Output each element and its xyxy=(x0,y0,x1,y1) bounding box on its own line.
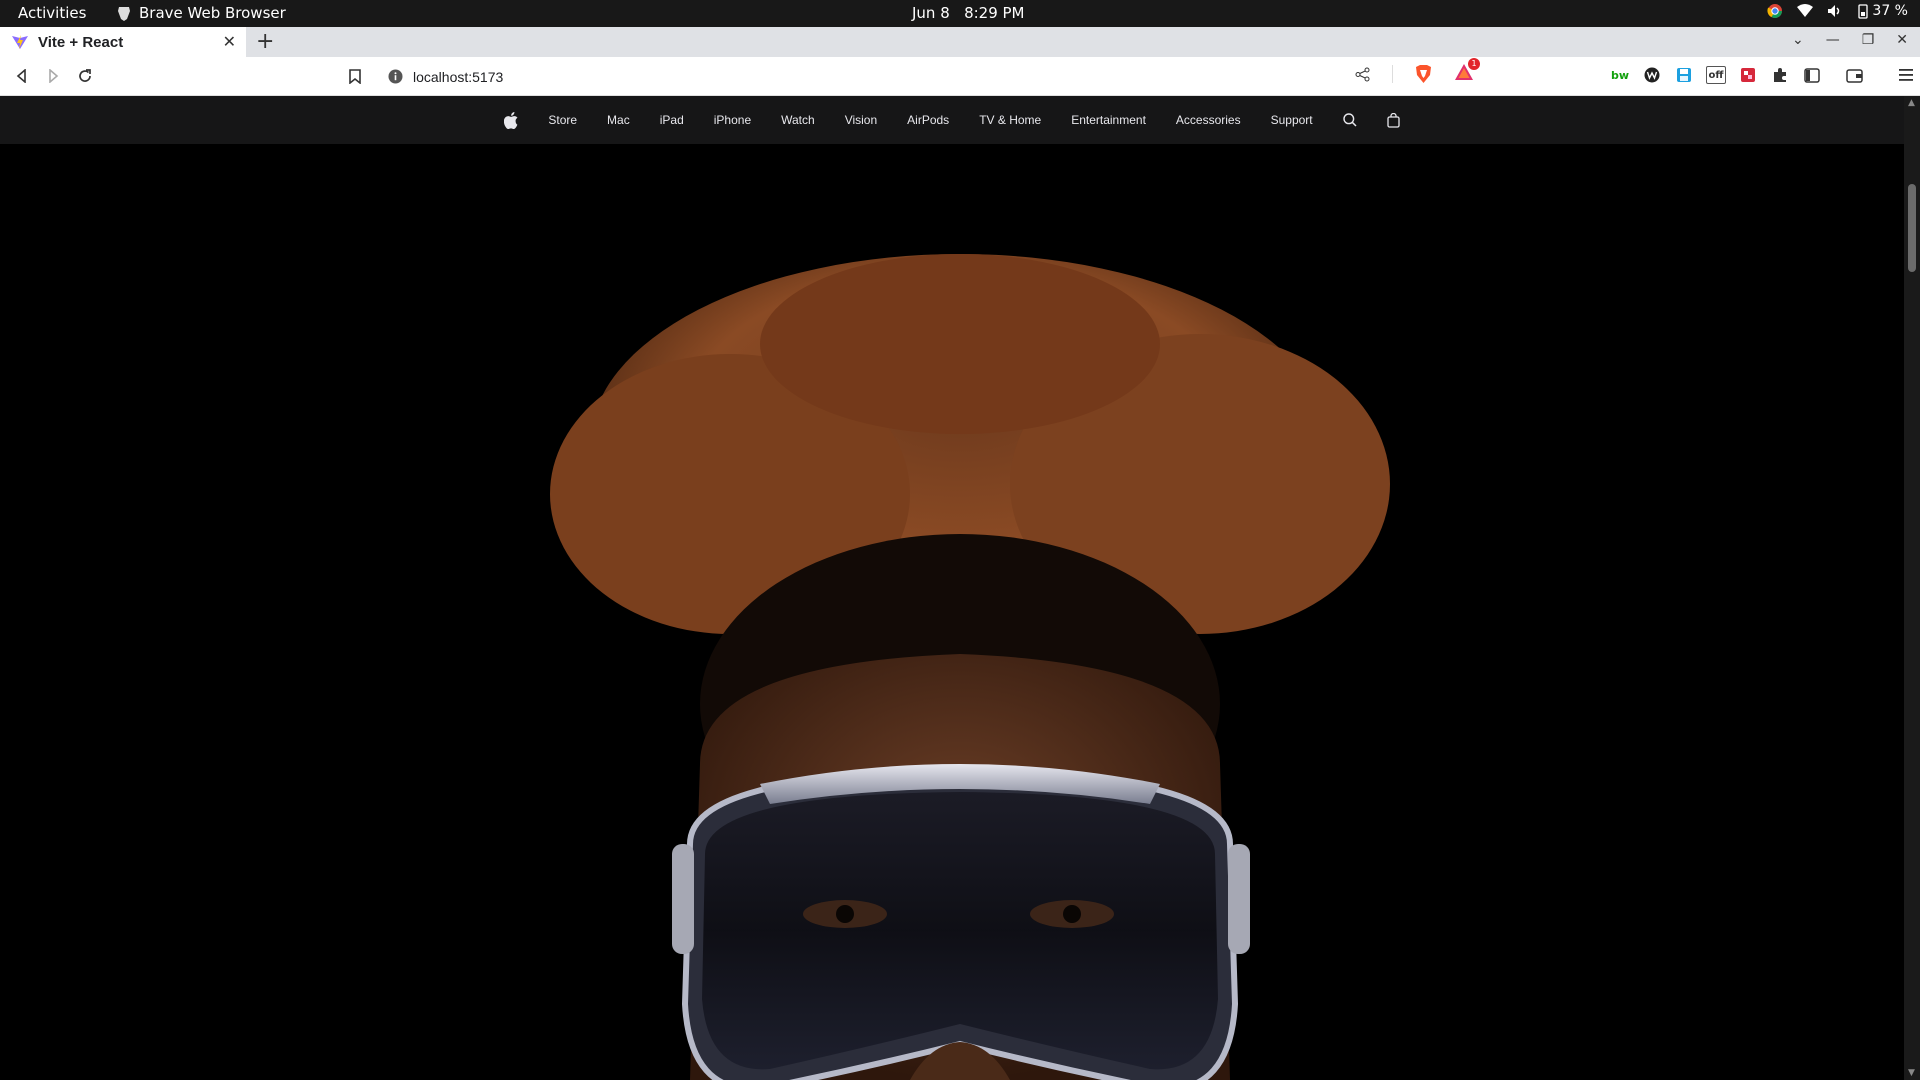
wallet-icon[interactable] xyxy=(1844,65,1864,85)
sidebar-toggle-icon[interactable] xyxy=(1802,65,1822,85)
system-top-bar: Activities Brave Web Browser Jun 8 8:29 … xyxy=(0,0,1920,27)
shopping-bag-icon[interactable] xyxy=(1372,112,1415,128)
tab-close-icon[interactable]: ✕ xyxy=(223,32,236,51)
battery-percent: 37 % xyxy=(1872,3,1908,19)
forward-icon[interactable] xyxy=(42,65,64,87)
close-window-icon[interactable]: ✕ xyxy=(1896,32,1908,48)
vite-icon xyxy=(12,34,28,49)
reload-icon[interactable] xyxy=(74,65,96,87)
new-tab-button[interactable]: + xyxy=(256,29,274,54)
wifi-icon xyxy=(1797,4,1814,17)
brave-shields-icon[interactable] xyxy=(1415,64,1432,84)
nav-entertainment[interactable]: Entertainment xyxy=(1056,113,1161,127)
off-extension-icon[interactable]: off xyxy=(1706,66,1726,84)
brave-rewards-button[interactable]: 1 xyxy=(1454,58,1480,85)
nav-ipad[interactable]: iPad xyxy=(645,113,699,127)
extensions-row: bw off xyxy=(1610,65,1916,85)
scroll-up-icon[interactable]: ▲ xyxy=(1908,98,1915,108)
nav-support[interactable]: Support xyxy=(1256,113,1328,127)
apple-logo-icon[interactable] xyxy=(489,111,533,129)
back-icon[interactable] xyxy=(11,65,33,87)
tab-title: Vite + React xyxy=(38,33,124,51)
address-actions: 1 xyxy=(1355,58,1480,85)
app-name: Brave Web Browser xyxy=(139,4,286,22)
tab-search-icon[interactable]: ⌄ xyxy=(1792,32,1804,48)
volume-icon xyxy=(1828,5,1840,17)
nav-iphone[interactable]: iPhone xyxy=(699,113,766,127)
clock-date: Jun 8 xyxy=(912,4,950,22)
w-extension-icon[interactable] xyxy=(1642,65,1662,85)
battery-icon xyxy=(1858,3,1869,19)
hero-image xyxy=(0,144,1904,1080)
brave-lion-icon xyxy=(118,6,130,21)
battery-indicator: 37 % xyxy=(1857,3,1908,19)
site-info-icon[interactable] xyxy=(388,69,403,84)
activities-button[interactable]: Activities xyxy=(18,4,86,22)
page-viewport: Store Mac iPad iPhone Watch Vision AirPo… xyxy=(0,96,1904,1080)
nav-watch[interactable]: Watch xyxy=(766,113,830,127)
scrollbar-thumb[interactable] xyxy=(1908,184,1916,272)
nav-vision[interactable]: Vision xyxy=(830,113,892,127)
nav-tv-home[interactable]: TV & Home xyxy=(964,113,1056,127)
clock[interactable]: Jun 8 8:29 PM xyxy=(912,4,1025,22)
bookmark-icon[interactable] xyxy=(344,65,366,87)
minimize-icon[interactable]: — xyxy=(1826,32,1840,48)
nav-mac[interactable]: Mac xyxy=(592,113,645,127)
save-extension-icon[interactable] xyxy=(1674,65,1694,85)
apple-globalnav: Store Mac iPad iPhone Watch Vision AirPo… xyxy=(0,96,1904,144)
nav-airpods[interactable]: AirPods xyxy=(892,113,964,127)
system-tray[interactable]: 37 % xyxy=(1767,3,1908,19)
browser-toolbar: localhost:5173 1 bw off xyxy=(0,57,1920,96)
vision-pro-hero-illustration xyxy=(0,144,1904,1080)
nav-store[interactable]: Store xyxy=(533,113,592,127)
url-text: localhost:5173 xyxy=(413,68,504,85)
restore-icon[interactable]: ❐ xyxy=(1862,32,1875,48)
puzzle-extensions-icon[interactable] xyxy=(1770,65,1790,85)
page-scrollbar[interactable]: ▲ ▼ xyxy=(1904,96,1920,1080)
chrome-icon xyxy=(1767,4,1783,18)
scroll-down-icon[interactable]: ▼ xyxy=(1908,1068,1915,1078)
bw-extension-icon[interactable]: bw xyxy=(1610,65,1630,85)
tab-active[interactable]: Vite + React ✕ xyxy=(0,27,246,57)
globalnav-list: Store Mac iPad iPhone Watch Vision AirPo… xyxy=(489,111,1415,129)
nav-accessories[interactable]: Accessories xyxy=(1161,113,1256,127)
app-menu[interactable]: Brave Web Browser xyxy=(117,4,286,22)
tab-strip: Vite + React ✕ + ⌄ — ❐ ✕ xyxy=(0,27,1920,57)
search-icon[interactable] xyxy=(1328,113,1372,127)
browser-menu-icon[interactable] xyxy=(1896,65,1916,85)
address-bar[interactable]: localhost:5173 xyxy=(374,61,1384,92)
rewards-badge: 1 xyxy=(1468,58,1480,70)
clock-time: 8:29 PM xyxy=(964,4,1025,22)
window-controls: ⌄ — ❐ ✕ xyxy=(1792,32,1908,48)
share-icon[interactable] xyxy=(1355,67,1370,82)
red-extension-icon[interactable] xyxy=(1738,65,1758,85)
